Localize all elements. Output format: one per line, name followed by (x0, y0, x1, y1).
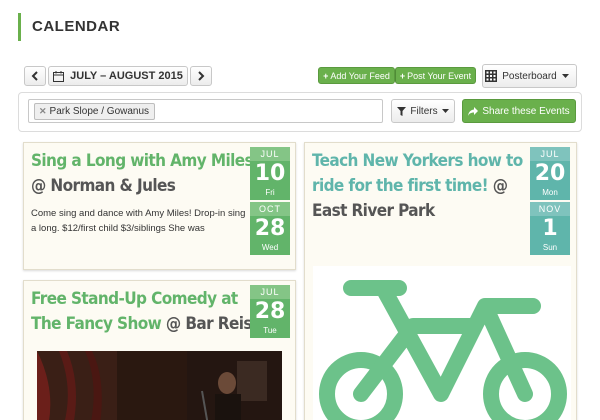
caret-down-icon (441, 109, 449, 113)
view-mode-dropdown[interactable]: Posterboard (482, 64, 577, 88)
start-date-badge: JUL 10 Fri (250, 147, 290, 200)
page-title: CALENDAR (32, 18, 121, 35)
event-name[interactable]: Sing a Long with Amy Miles (31, 151, 254, 171)
event-card[interactable]: Free Stand-Up Comedy at The Fancy Show @… (23, 280, 296, 420)
start-date-badge: JUL 20 Mon (530, 147, 570, 200)
event-card[interactable]: Sing a Long with Amy Miles @ Norman & Ju… (23, 142, 296, 270)
event-title[interactable]: Free Stand-Up Comedy at The Fancy Show @… (31, 287, 253, 337)
start-date-badge: JUL 28 Tue (250, 285, 290, 338)
share-events-button[interactable]: Share these Events (462, 99, 576, 123)
chevron-right-icon (198, 71, 205, 81)
plus-icon: + (399, 70, 406, 81)
start-weekday: Tue (250, 325, 290, 338)
remove-tag-icon[interactable]: ✕ (39, 106, 47, 117)
add-feed-label: Add Your Feed (330, 70, 390, 81)
view-mode-label: Posterboard (502, 70, 557, 82)
end-month: NOV (530, 202, 570, 216)
end-weekday: Sun (530, 242, 570, 255)
calendar-icon (53, 70, 65, 82)
event-title[interactable]: Teach New Yorkers how to ride for the fi… (312, 149, 534, 224)
event-venue[interactable]: @ Bar Reis (166, 314, 253, 334)
date-range-button[interactable]: JULY – AUGUST 2015 (48, 66, 188, 86)
end-day: 28 (250, 216, 290, 242)
bike-logo-image (319, 280, 567, 420)
next-month-button[interactable] (190, 66, 212, 86)
comedian-photo-image (37, 351, 282, 420)
filters-label: Filters (410, 105, 438, 117)
end-month: OCT (250, 202, 290, 216)
add-feed-button[interactable]: + Add Your Feed (318, 67, 395, 84)
end-date-badge: OCT 28 Wed (250, 202, 290, 255)
start-weekday: Fri (250, 187, 290, 200)
start-month: JUL (530, 147, 570, 161)
location-tag[interactable]: ✕ Park Slope / Gowanus (34, 103, 156, 120)
event-dates: JUL 20 Mon NOV 1 Sun (530, 147, 570, 255)
plus-icon: + (323, 70, 329, 81)
event-description: Come sing and dance with Amy Miles! Drop… (31, 208, 246, 234)
start-weekday: Mon (530, 187, 570, 200)
event-card[interactable]: Teach New Yorkers how to ride for the fi… (304, 142, 577, 420)
share-events-label: Share these Events (482, 105, 570, 117)
start-day: 28 (250, 299, 290, 325)
share-icon (468, 106, 479, 116)
post-event-button[interactable]: + Post Your Event (395, 67, 476, 84)
event-venue[interactable]: @ Norman & Jules (31, 176, 176, 196)
event-dates: JUL 28 Tue (250, 285, 290, 338)
location-tag-label: Park Slope / Gowanus (49, 106, 150, 117)
location-filter-input[interactable]: ✕ Park Slope / Gowanus (28, 99, 383, 123)
start-month: JUL (250, 147, 290, 161)
event-dates: JUL 10 Fri OCT 28 Wed (250, 147, 290, 255)
caret-down-icon (561, 74, 569, 78)
start-day: 10 (250, 161, 290, 187)
end-date-badge: NOV 1 Sun (530, 202, 570, 255)
event-image[interactable] (313, 266, 571, 420)
chevron-left-icon (31, 71, 38, 81)
event-title[interactable]: Sing a Long with Amy Miles @ Norman & Ju… (31, 149, 254, 199)
grid-icon (485, 70, 498, 82)
filters-dropdown[interactable]: Filters (391, 99, 455, 123)
date-range-label: JULY – AUGUST 2015 (70, 70, 183, 82)
filter-icon (397, 106, 407, 116)
event-photo[interactable] (37, 351, 282, 420)
prev-month-button[interactable] (24, 66, 46, 86)
start-day: 20 (530, 161, 570, 187)
start-month: JUL (250, 285, 290, 299)
event-name[interactable]: Teach New Yorkers how to ride for the fi… (312, 151, 523, 196)
calendar-header: CALENDAR (18, 13, 120, 41)
filter-panel: ✕ Park Slope / Gowanus Filters Share the… (18, 92, 582, 132)
end-day: 1 (530, 216, 570, 242)
post-event-label: Post Your Event (407, 70, 472, 81)
end-weekday: Wed (250, 242, 290, 255)
